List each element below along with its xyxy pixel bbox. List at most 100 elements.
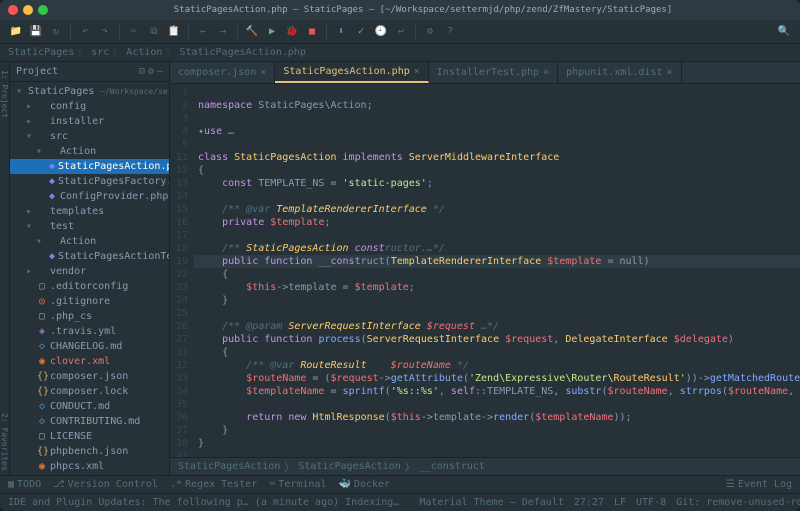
tree-item[interactable]: ◆StaticPagesActionTest.php [10, 249, 169, 264]
tree-item[interactable]: ▸vendor [10, 264, 169, 279]
editor-tab[interactable]: InstallerTest.php× [429, 62, 558, 83]
editor-breadcrumbs: StaticPagesAction〉 StaticPagesAction〉 __… [170, 457, 800, 475]
status-encoding[interactable]: UTF-8 [636, 497, 666, 508]
project-tree[interactable]: ▾StaticPages~/Workspace/settermjd/php/ze… [10, 82, 169, 475]
tree-item[interactable]: ▾src [10, 129, 169, 144]
tree-item[interactable]: ▾Action [10, 234, 169, 249]
settings-icon[interactable]: ⚙ [422, 24, 438, 40]
project-tree-header: Project ⊟ ⚙ — [10, 62, 169, 82]
tree-item[interactable]: {}composer.lock [10, 384, 169, 399]
save-icon[interactable]: 💾 [28, 24, 44, 40]
editor-tab[interactable]: StaticPagesAction.php× [275, 62, 428, 83]
todo-tool-tab[interactable]: ▦ TODO [8, 479, 41, 490]
tree-item[interactable]: ◇CHANGELOG.md [10, 339, 169, 354]
editor-crumb-method[interactable]: __construct [419, 461, 485, 472]
run-icon[interactable]: ▶ [264, 24, 280, 40]
vcs-update-icon[interactable]: ⬇ [333, 24, 349, 40]
tree-item[interactable]: ▸templates [10, 204, 169, 219]
editor-area: composer.json×StaticPagesAction.php×Inst… [170, 62, 800, 475]
search-icon[interactable]: 🔍 [776, 24, 792, 40]
tree-item[interactable]: ◉clover.xml [10, 354, 169, 369]
tree-item[interactable]: ▸installer [10, 114, 169, 129]
terminal-tool-tab[interactable]: ⌨ Terminal [269, 479, 326, 490]
close-tab-icon[interactable]: × [414, 66, 420, 77]
project-tree-title: Project [16, 66, 58, 77]
close-tab-icon[interactable]: × [543, 67, 549, 78]
vcs-tool-tab[interactable]: ⎇ Version Control [53, 479, 158, 490]
vcs-history-icon[interactable]: 🕘 [373, 24, 389, 40]
project-tree-panel: Project ⊟ ⚙ — ▾StaticPages~/Workspace/se… [10, 62, 170, 475]
crumb-project[interactable]: StaticPages〉 [8, 45, 87, 60]
window-controls [8, 5, 48, 15]
tree-item[interactable]: ▢LICENSE [10, 429, 169, 444]
project-tool-tab[interactable]: 1: Project [0, 66, 9, 122]
tree-item[interactable]: ◉phpcs.xml [10, 459, 169, 474]
regex-tool-tab[interactable]: .* Regex Tester [170, 479, 257, 490]
editor-tab[interactable]: phpunit.xml.dist× [558, 62, 681, 83]
status-bar: IDE and Plugin Updates: The following p…… [0, 493, 800, 511]
status-caret[interactable]: 27:27 [574, 497, 604, 508]
tree-item[interactable]: ◎.gitignore [10, 294, 169, 309]
tree-item[interactable]: ▾Action [10, 144, 169, 159]
line-number-gutter: 1234511121314151617181922232425262731323… [170, 84, 194, 457]
minimize-window-button[interactable] [23, 5, 33, 15]
crumb-action[interactable]: Action〉 [126, 45, 175, 60]
forward-icon[interactable]: → [215, 24, 231, 40]
code-editor[interactable]: 1234511121314151617181922232425262731323… [170, 84, 800, 457]
editor-tabbar: composer.json×StaticPagesAction.php×Inst… [170, 62, 800, 84]
status-git-branch[interactable]: Git: remove-unused-router [676, 497, 800, 508]
favorites-tool-tab[interactable]: 2: Favorites [0, 409, 9, 475]
vcs-revert-icon[interactable]: ↩ [393, 24, 409, 40]
crumb-src[interactable]: src〉 [91, 45, 122, 60]
tree-hide-icon[interactable]: — [157, 66, 163, 77]
close-tab-icon[interactable]: × [260, 67, 266, 78]
tree-collapse-icon[interactable]: ⊟ [139, 66, 145, 77]
status-line-ending[interactable]: LF [614, 497, 626, 508]
tree-item[interactable]: ▢.editorconfig [10, 279, 169, 294]
left-tool-gutter: 1: Project 2: Favorites [0, 62, 10, 475]
cut-icon[interactable]: ✂ [126, 24, 142, 40]
maximize-window-button[interactable] [38, 5, 48, 15]
window-title: StaticPagesAction.php – StaticPages – [~… [54, 5, 792, 15]
debug-icon[interactable]: 🐞 [284, 24, 300, 40]
code-content[interactable]: namespace StaticPages\Action; ✦use … cla… [194, 84, 800, 457]
status-theme[interactable]: Material Theme – Default [419, 497, 564, 508]
paste-icon[interactable]: 📋 [166, 24, 182, 40]
vcs-commit-icon[interactable]: ✓ [353, 24, 369, 40]
copy-icon[interactable]: ⧉ [146, 24, 162, 40]
tree-item[interactable]: {}composer.json [10, 369, 169, 384]
editor-crumb-class[interactable]: StaticPagesAction [298, 461, 400, 472]
tree-item[interactable]: ▢.php_cs [10, 309, 169, 324]
tree-settings-icon[interactable]: ⚙ [148, 66, 154, 77]
tree-item[interactable]: ◇CONDUCT.md [10, 399, 169, 414]
event-log-tab[interactable]: ☰ Event Log [726, 479, 792, 490]
tree-item[interactable]: ▾StaticPages~/Workspace/settermjd/php/ze… [10, 84, 169, 99]
tree-item[interactable]: {}phpbench.json [10, 444, 169, 459]
crumb-file[interactable]: StaticPagesAction.php [179, 47, 305, 58]
tree-item[interactable]: ◆StaticPagesAction.php [10, 159, 169, 174]
sync-icon[interactable]: ↻ [48, 24, 64, 40]
main-toolbar: 📁 💾 ↻ ↶ ↷ ✂ ⧉ 📋 ← → 🔨 ▶ 🐞 ■ ⬇ ✓ 🕘 ↩ ⚙ ? … [0, 20, 800, 44]
stop-icon[interactable]: ■ [304, 24, 320, 40]
undo-icon[interactable]: ↶ [77, 24, 93, 40]
tree-item[interactable]: ◆ConfigProvider.php [10, 189, 169, 204]
redo-icon[interactable]: ↷ [97, 24, 113, 40]
help-icon[interactable]: ? [442, 24, 458, 40]
open-icon[interactable]: 📁 [8, 24, 24, 40]
tree-item[interactable]: ◇CONTRIBUTING.md [10, 414, 169, 429]
status-message: IDE and Plugin Updates: The following p…… [8, 497, 399, 508]
tree-item[interactable]: ▸config [10, 99, 169, 114]
close-window-button[interactable] [8, 5, 18, 15]
bottom-tool-tabs: ▦ TODO ⎇ Version Control .* Regex Tester… [0, 475, 800, 493]
tree-item[interactable]: ▾test [10, 219, 169, 234]
navigation-breadcrumb: StaticPages〉 src〉 Action〉 StaticPagesAct… [0, 44, 800, 62]
tree-item[interactable]: ◆StaticPagesFactory.php [10, 174, 169, 189]
editor-tab[interactable]: composer.json× [170, 62, 275, 83]
titlebar: StaticPagesAction.php – StaticPages – [~… [0, 0, 800, 20]
editor-crumb-namespace[interactable]: StaticPagesAction [178, 461, 280, 472]
close-tab-icon[interactable]: × [667, 67, 673, 78]
tree-item[interactable]: ◈.travis.yml [10, 324, 169, 339]
build-icon[interactable]: 🔨 [244, 24, 260, 40]
back-icon[interactable]: ← [195, 24, 211, 40]
docker-tool-tab[interactable]: 🐳 Docker [338, 479, 390, 490]
